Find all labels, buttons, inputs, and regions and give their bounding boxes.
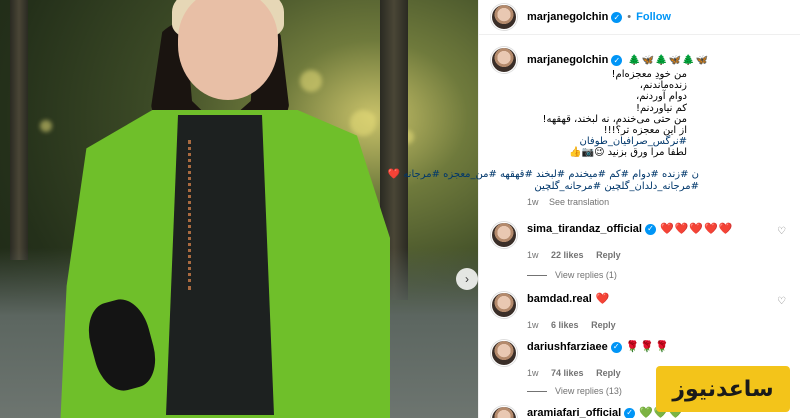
heart-outline-icon[interactable]: ♡: [777, 226, 786, 237]
replies-divider: [527, 390, 547, 392]
comment-username[interactable]: dariushfarziaee: [527, 341, 608, 353]
verified-badge-icon: ✓: [611, 11, 623, 23]
comment-row: sima_tirandaz_official ✓ ❤️❤️❤️❤️❤️: [491, 222, 796, 248]
header-username[interactable]: marjanegolchin: [527, 11, 608, 23]
bokeh-light: [40, 120, 52, 132]
caption-line: دوام آوردنم،: [636, 91, 687, 103]
watermark-logo: ساعدنیوز: [656, 366, 790, 412]
comment-meta: 1w 22 likes Reply: [527, 250, 796, 260]
view-replies-label[interactable]: View replies (1): [555, 270, 617, 280]
follow-button[interactable]: Follow: [636, 11, 671, 23]
tree-trunk: [10, 0, 28, 260]
reply-button[interactable]: Reply: [596, 368, 621, 378]
bokeh-light: [300, 70, 322, 92]
post-header: marjanegolchin ✓ • Follow: [479, 0, 800, 35]
caption-line: من حتی می‌خندم، نه لبخند، قهقهه!: [542, 113, 687, 125]
comment-text: dariushfarziaee ✓ 🌹🌹🌹: [527, 340, 670, 354]
post-details-panel: marjanegolchin ✓ • Follow marjanegolchin…: [388, 0, 800, 418]
comment-username[interactable]: sima_tirandaz_official: [527, 223, 642, 235]
comment-username[interactable]: aramiafari_official: [527, 407, 621, 418]
verified-badge-icon: ✓: [610, 341, 622, 353]
hashtag-line[interactable]: #مرجانه_دلدان_گلچین #مرجانه_گلچین: [519, 181, 699, 193]
see-translation-link[interactable]: See translation: [549, 197, 609, 207]
avatar[interactable]: [491, 292, 517, 318]
caption-line: کم نیاوردنم!: [635, 102, 687, 114]
caption-meta: 1w See translation: [527, 197, 609, 207]
comment-body: ❤️❤️❤️❤️❤️: [659, 223, 734, 235]
verified-badge-icon: ✓: [611, 54, 623, 66]
comment-time: 1w: [527, 368, 539, 378]
caption-time: 1w: [527, 197, 539, 207]
reply-button[interactable]: Reply: [591, 320, 616, 330]
comment-likes[interactable]: 74 likes: [551, 368, 584, 378]
caption: marjanegolchin ✓ 🌲🦋🌲🦋🌲🦋 من خودِ معجزه‌ام…: [388, 47, 796, 207]
heart-outline-icon[interactable]: ♡: [777, 296, 786, 307]
black-shirt: [166, 115, 274, 415]
avatar[interactable]: [491, 47, 517, 73]
avatar[interactable]: [491, 340, 517, 366]
comment-body: 🌹🌹🌹: [625, 341, 670, 353]
avatar[interactable]: [491, 222, 517, 248]
replies-divider: [527, 274, 547, 276]
caption-hashtags[interactable]: ن #زنده #دوام #کم #میخندم #لبخند #قهقهه …: [388, 169, 699, 193]
caption-username[interactable]: marjanegolchin: [527, 54, 608, 66]
comment-body: ❤️: [595, 293, 611, 305]
bokeh-light: [350, 110, 376, 136]
avatar[interactable]: [491, 406, 517, 418]
comment-meta: 1w 6 likes Reply: [527, 320, 796, 330]
comment-text: bamdad.real ❤️: [527, 292, 611, 306]
comment-likes[interactable]: 22 likes: [551, 250, 584, 260]
comment-time: 1w: [527, 250, 539, 260]
post-photo[interactable]: ›: [0, 0, 478, 418]
comment-time: 1w: [527, 320, 539, 330]
caption-line: زنده‌ماندنم،: [639, 80, 687, 92]
header-separator: •: [627, 11, 632, 23]
view-replies-label[interactable]: View replies (13): [555, 386, 622, 396]
caption-hashtag-line[interactable]: #نرگس_صرافیان_طوفان: [527, 136, 687, 147]
caption-emojis: 🌲🦋🌲🦋🌲🦋: [628, 54, 710, 66]
view-replies-button[interactable]: View replies (1): [527, 270, 796, 280]
comment-username[interactable]: bamdad.real: [527, 293, 592, 305]
comment-text: sima_tirandaz_official ✓ ❤️❤️❤️❤️❤️: [527, 222, 733, 236]
comment-row: dariushfarziaee ✓ 🌹🌹🌹: [491, 340, 796, 366]
comment: bamdad.real ❤️ ♡ 1w 6 likes Reply: [491, 292, 796, 330]
comment-row: bamdad.real ❤️: [491, 292, 796, 318]
avatar[interactable]: [491, 4, 517, 30]
caption-line: از این معجزه تر؟!!!: [603, 125, 687, 137]
comment: sima_tirandaz_official ✓ ❤️❤️❤️❤️❤️ ♡ 1w 2…: [491, 222, 796, 280]
verified-badge-icon: ✓: [644, 223, 656, 235]
hashtag-line[interactable]: ن #زنده #دوام #کم #میخندم #لبخند #قهقهه …: [388, 169, 699, 181]
caption-line: من خودِ معجزه‌ام!: [611, 69, 688, 80]
chevron-right-icon[interactable]: ›: [456, 268, 478, 290]
caption-line: لطفا مرا ورق بزنید 😉📷👍: [569, 147, 687, 159]
verified-badge-icon: ✓: [624, 407, 636, 418]
necklace: [188, 140, 192, 290]
comment-likes[interactable]: 6 likes: [551, 320, 579, 330]
reply-button[interactable]: Reply: [596, 250, 621, 260]
